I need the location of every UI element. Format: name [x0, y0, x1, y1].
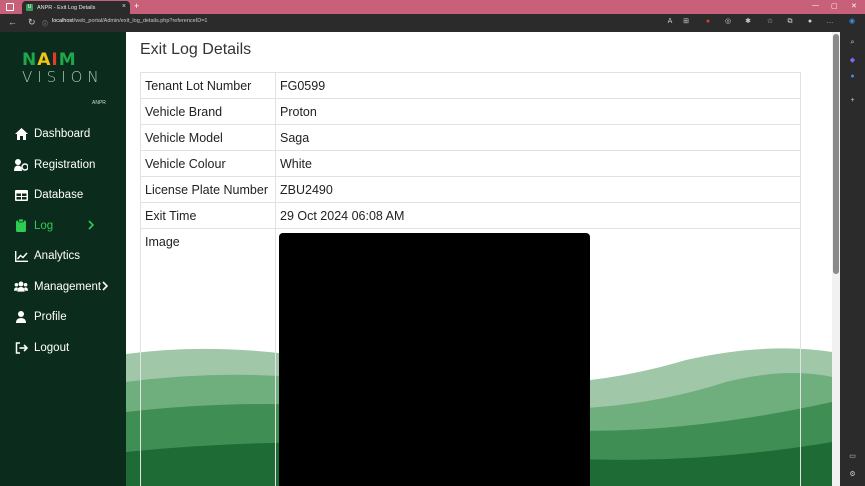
logo-letter: I [51, 50, 59, 70]
maximize-icon[interactable]: ▢ [831, 2, 838, 10]
edge-sidebar: ⌕ ◆ ● + ▭ ⚙ [840, 32, 865, 486]
info-icon[interactable]: ⓘ [42, 19, 48, 28]
users-icon [14, 280, 28, 294]
settings-icon[interactable]: ⚙ [848, 470, 857, 479]
add-panel-icon[interactable]: + [848, 96, 857, 105]
address-bar: ← ↻ ⓘ localhost/web_portal/Admin/exit_lo… [0, 14, 865, 32]
row-key: Image [140, 228, 276, 486]
row-key: Exit Time [140, 202, 276, 229]
puzzle-icon[interactable]: ✱ [744, 18, 752, 26]
logo-subtitle: VISION [22, 68, 104, 86]
sidebar-item-database[interactable]: Database [0, 180, 126, 211]
row-value: White [275, 150, 801, 177]
chevron-right-icon [102, 280, 109, 294]
sidebar-item-label: Analytics [34, 250, 81, 263]
sidebar: NAIM VISION ANPR Dashboard Registration … [0, 32, 126, 486]
search-icon[interactable]: ⌕ [848, 38, 857, 47]
row-key: Tenant Lot Number [140, 72, 276, 99]
row-value: Proton [275, 98, 801, 125]
tab-close-icon[interactable]: × [122, 3, 126, 10]
sidebar-item-label: Dashboard [34, 128, 91, 141]
home-icon [14, 127, 28, 141]
url-field[interactable]: localhost/web_portal/Admin/exit_log_deta… [52, 18, 207, 24]
row-key: License Plate Number [140, 176, 276, 203]
row-value: ZBU2490 [275, 176, 801, 203]
new-tab-button[interactable]: + [134, 1, 139, 11]
logout-icon [14, 341, 28, 355]
chart-line-icon [14, 249, 28, 263]
tab-title: ANPR - Exit Log Details [37, 4, 96, 11]
more-icon[interactable]: … [826, 18, 834, 26]
window-close-icon[interactable]: ✕ [851, 2, 857, 10]
url-host: localhost [52, 18, 74, 24]
sidebar-item-label: Management [34, 280, 102, 293]
main-content: Exit Log Details Tenant Lot Number FG0599… [126, 32, 832, 486]
sidebar-item-label: Database [34, 189, 84, 202]
table-row: Vehicle Model Saga [140, 124, 801, 151]
logo-letter: M [58, 50, 77, 70]
sidebar-item-management[interactable]: Management [0, 272, 126, 303]
user-plus-icon [14, 158, 28, 172]
favorites-icon[interactable]: ☆ [766, 18, 774, 26]
logo-wordmark: NAIM [22, 50, 112, 70]
extension-red-icon[interactable]: ● [704, 18, 712, 26]
sidebar-item-log[interactable]: Log [0, 211, 126, 242]
vehicle-exit-image [279, 233, 590, 486]
sidebar-item-label: Logout [34, 341, 70, 354]
row-value: FG0599 [275, 72, 801, 99]
profile-avatar-icon[interactable]: ● [806, 18, 814, 26]
favicon-icon: U [26, 4, 33, 11]
sidebar-menu: Dashboard Registration Database Log Anal… [0, 119, 126, 363]
refresh-icon[interactable]: ↻ [28, 17, 36, 28]
table-row: Vehicle Colour White [140, 150, 801, 177]
tab-actions-icon[interactable] [6, 3, 14, 11]
sidebar-item-label: Log [34, 219, 54, 232]
table-icon [14, 188, 28, 202]
row-key: Vehicle Model [140, 124, 276, 151]
page-scrollbar[interactable] [832, 32, 840, 486]
row-key: Vehicle Colour [140, 150, 276, 177]
browser-tab[interactable]: U ANPR - Exit Log Details × [22, 1, 130, 14]
minimize-icon[interactable]: — [812, 2, 819, 9]
outlook-icon[interactable]: ● [848, 72, 857, 81]
scrollbar-thumb[interactable] [833, 34, 839, 274]
sidebar-item-dashboard[interactable]: Dashboard [0, 119, 126, 150]
extension-icon[interactable]: ◎ [724, 18, 732, 26]
sidebar-item-registration[interactable]: Registration [0, 150, 126, 181]
logo-tag: ANPR [92, 100, 106, 106]
clipboard-icon [14, 219, 28, 233]
sidebar-toggle-icon[interactable]: ▭ [848, 452, 857, 461]
collections-icon[interactable]: ⧉ [786, 18, 794, 26]
table-row: Exit Time 29 Oct 2024 06:08 AM [140, 202, 801, 229]
sidebar-item-profile[interactable]: Profile [0, 302, 126, 333]
row-key: Vehicle Brand [140, 98, 276, 125]
page-title: Exit Log Details [140, 41, 252, 58]
sidebar-item-logout[interactable]: Logout [0, 333, 126, 364]
row-value: Saga [275, 124, 801, 151]
read-aloud-icon[interactable]: A [666, 18, 674, 26]
logo-letter: A [37, 50, 52, 70]
row-value: 29 Oct 2024 06:08 AM [275, 202, 801, 229]
browser-titlebar: U ANPR - Exit Log Details × + — ▢ ✕ [0, 0, 865, 14]
table-row: Vehicle Brand Proton [140, 98, 801, 125]
app-available-icon[interactable]: ⊞ [682, 18, 690, 26]
user-icon [14, 310, 28, 324]
table-row: Tenant Lot Number FG0599 [140, 72, 801, 99]
back-icon[interactable]: ← [8, 17, 17, 27]
chevron-right-icon [88, 219, 95, 233]
naim-vision-logo: NAIM VISION ANPR [22, 50, 112, 106]
shopping-icon[interactable]: ◆ [848, 56, 857, 65]
copilot-icon[interactable]: ◉ [848, 18, 856, 26]
logo-letter: N [22, 50, 38, 70]
table-row: License Plate Number ZBU2490 [140, 176, 801, 203]
sidebar-item-label: Profile [34, 311, 67, 324]
sidebar-item-label: Registration [34, 158, 96, 171]
url-path: /web_portal/Admin/exit_log_details.php?r… [73, 18, 208, 24]
sidebar-item-analytics[interactable]: Analytics [0, 241, 126, 272]
